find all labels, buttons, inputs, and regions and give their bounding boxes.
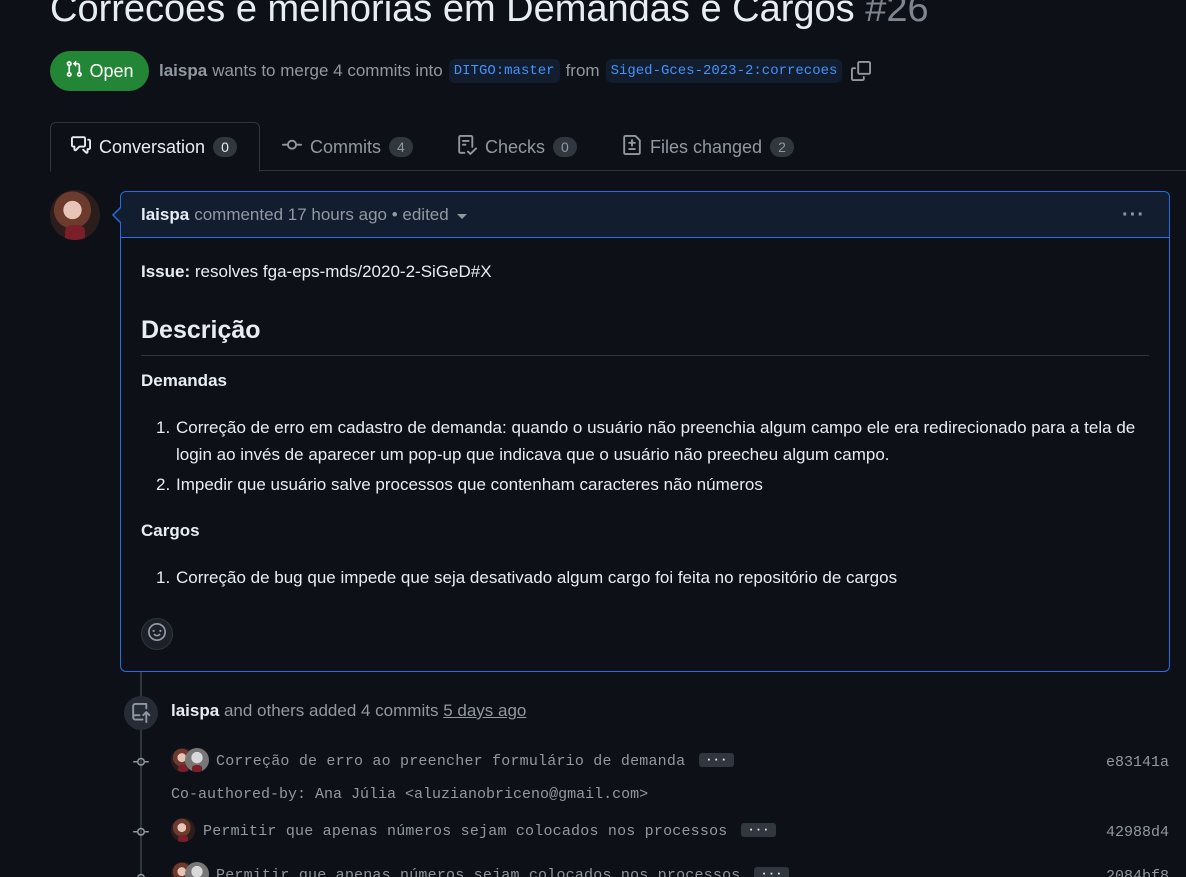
expand-commit-button[interactable]: ··· [741, 823, 776, 837]
avatar[interactable] [185, 862, 209, 877]
tab-files-changed-label: Files changed [650, 136, 763, 157]
expand-commit-button[interactable]: ··· [754, 867, 789, 877]
tab-conversation-count: 0 [213, 137, 237, 157]
tab-commits[interactable]: Commits 4 [262, 122, 433, 172]
tab-conversation-label: Conversation [99, 136, 206, 157]
tab-commits-count: 4 [389, 137, 413, 157]
copy-icon[interactable] [851, 61, 872, 81]
base-branch[interactable]: DITGO:master [448, 59, 560, 83]
commit-message-link[interactable]: Correção de erro ao preencher formulário… [216, 753, 685, 770]
comment-discussion-icon [71, 135, 91, 160]
push-time-link[interactable]: 5 days ago [443, 701, 526, 720]
tab-conversation[interactable]: Conversation 0 [50, 122, 260, 172]
list-item-number: 2. [156, 475, 171, 494]
git-commit-icon [133, 754, 149, 770]
issue-line: Issue: resolves fga-eps-mds/2020-2-SiGeD… [141, 262, 492, 282]
avatar[interactable] [171, 818, 195, 842]
description-heading: Descrição [141, 316, 261, 344]
kebab-horizontal-icon[interactable]: ··· [1122, 204, 1145, 227]
issue-label: Issue: [141, 262, 191, 281]
git-commit-icon [133, 870, 149, 877]
tab-checks[interactable]: Checks 0 [437, 122, 597, 172]
avatar[interactable] [50, 190, 100, 240]
pr-state-label: Open [89, 60, 134, 81]
commit-coauthor: Co-authored-by: Ana Júlia <aluzianobrice… [171, 786, 649, 803]
comment-header: laispa commented 17 hours ago • edited ·… [121, 192, 1169, 238]
comment-box: laispa commented 17 hours ago • edited ·… [120, 191, 1170, 672]
comment-meta[interactable]: commented 17 hours ago • edited [194, 205, 449, 225]
head-branch[interactable]: Siged-Gces-2023-2:correcoes [605, 59, 843, 83]
tab-commits-label: Commits [310, 136, 381, 157]
push-author-link[interactable]: laispa [171, 701, 219, 720]
heading-divider [141, 355, 1149, 356]
commit-message-link[interactable]: Permitir que apenas números sejam coloca… [203, 823, 727, 840]
commit-sha-link[interactable]: 42988d4 [1106, 824, 1169, 841]
list-item-text: Correção de erro em cadastro de demanda:… [176, 418, 1136, 464]
pr-title: Correcoes e melhorias em Demandas e Carg… [50, 0, 929, 31]
smiley-icon [148, 622, 166, 646]
comment-caret-inner [114, 208, 121, 222]
commit-sha-link[interactable]: 2084bf8 [1106, 868, 1169, 877]
repo-push-icon [124, 696, 158, 730]
expand-commit-button[interactable]: ··· [699, 753, 734, 767]
add-reaction-button[interactable] [141, 618, 173, 650]
tab-files-changed-count: 2 [770, 137, 794, 157]
section-demandas-title: Demandas [141, 371, 227, 390]
pr-state-badge: Open [50, 51, 149, 91]
pr-number: #26 [865, 0, 929, 30]
tab-checks-label: Checks [485, 136, 546, 157]
checklist-icon [457, 134, 478, 160]
pr-from-text: from [565, 61, 600, 80]
chevron-down-icon[interactable] [456, 214, 467, 219]
commit-row: Permitir que apenas números sejam coloca… [203, 823, 776, 840]
list-item-number: 1. [156, 568, 171, 587]
commit-row: Correção de erro ao preencher formulário… [216, 753, 734, 770]
list-item-text: Correção de bug que impede que seja desa… [176, 568, 898, 587]
commit-row: Permitir que apenas números sejam coloca… [216, 867, 789, 877]
pr-meta: laispa wants to merge 4 commits into DIT… [159, 57, 872, 85]
list-item-text: Impedir que usuário salve processos que … [176, 475, 763, 494]
file-diff-icon [622, 134, 642, 160]
section-cargos-title: Cargos [141, 521, 200, 540]
commit-sha-link[interactable]: e83141a [1106, 754, 1169, 771]
list-item-number: 1. [156, 418, 171, 437]
pr-author-link[interactable]: laispa [159, 61, 207, 81]
git-commit-icon [133, 824, 149, 840]
issue-text: resolves fga-eps-mds/2020-2-SiGeD#X [194, 262, 492, 281]
avatar[interactable] [185, 748, 209, 772]
pr-title-text: Correcoes e melhorias em Demandas e Carg… [50, 0, 855, 30]
comment-author-link[interactable]: laispa [141, 205, 189, 225]
pr-tabs: Conversation 0 Commits 4 Checks 0 Files … [0, 122, 1186, 172]
pr-merge-text: wants to merge 4 commits into [212, 61, 443, 80]
commit-message-link[interactable]: Permitir que apenas números sejam coloca… [216, 867, 740, 877]
git-pull-request-icon [65, 60, 83, 83]
git-commit-icon [282, 135, 302, 160]
push-description: and others added 4 commits [223, 701, 439, 720]
tab-files-changed[interactable]: Files changed 2 [602, 122, 814, 172]
tab-checks-count: 0 [553, 137, 577, 157]
push-event-text: laispa and others added 4 commits 5 days… [171, 701, 526, 721]
